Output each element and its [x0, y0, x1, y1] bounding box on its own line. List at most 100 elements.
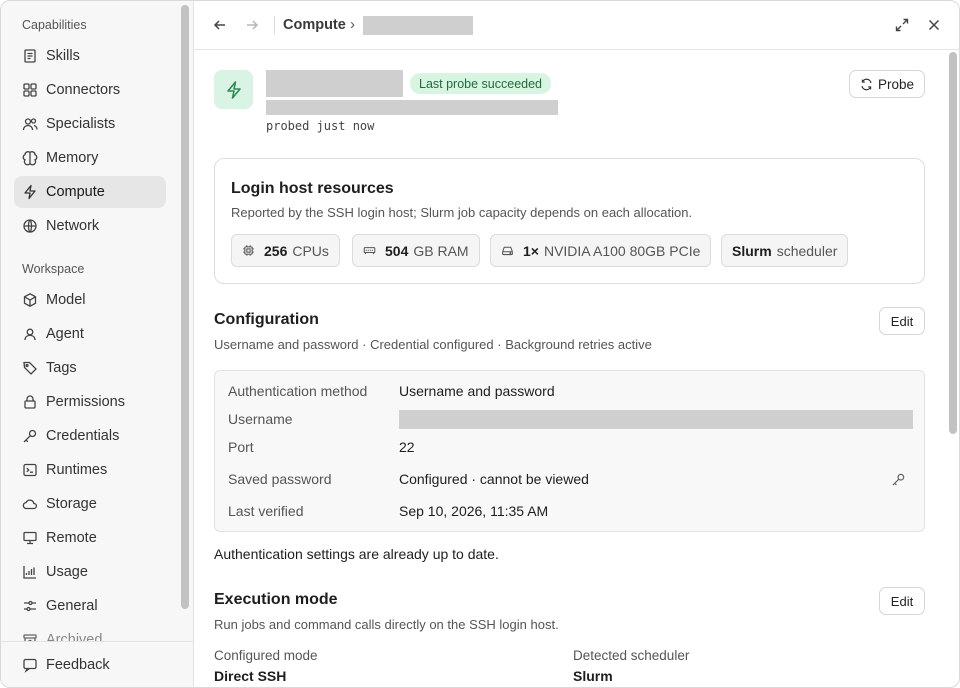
sidebar-scrollbar[interactable]	[181, 5, 189, 609]
sidebar-item-remote[interactable]: Remote	[14, 522, 166, 554]
scheduler-unit: scheduler	[776, 242, 838, 259]
sidebar-item-label: Specialists	[46, 116, 116, 132]
terminal-icon	[22, 462, 38, 478]
execution-mode-subtitle: Run jobs and command calls directly on t…	[214, 617, 559, 632]
breadcrumb-compute[interactable]: Compute	[283, 17, 346, 33]
username-value-redacted	[399, 410, 913, 429]
sidebar-item-label: Permissions	[46, 394, 125, 410]
sidebar-item-usage[interactable]: Usage	[14, 556, 166, 588]
sidebar-item-network[interactable]: Network	[14, 210, 166, 242]
sidebar-item-label: General	[46, 598, 98, 614]
feedback-label: Feedback	[46, 657, 110, 673]
auth-method-label: Authentication method	[228, 383, 368, 399]
configuration-subtitle: Username and password · Credential confi…	[214, 337, 652, 352]
sidebar-item-storage[interactable]: Storage	[14, 488, 166, 520]
port-value: 22	[399, 439, 415, 455]
sidebar-item-specialists[interactable]: Specialists	[14, 108, 166, 140]
main-scrollbar[interactable]	[949, 52, 957, 434]
resources-title: Login host resources	[231, 180, 394, 197]
sidebar-item-credentials[interactable]: Credentials	[14, 420, 166, 452]
compute-window: Capabilities Skills Connectors Specialis…	[0, 0, 960, 688]
compute-host-badge	[214, 70, 253, 109]
sidebar-item-runtimes[interactable]: Runtimes	[14, 454, 166, 486]
scheduler-chip: Slurm scheduler	[721, 234, 849, 267]
saved-password-value: Configured · cannot be viewed	[399, 471, 589, 487]
sidebar-item-label: Usage	[46, 564, 88, 580]
sidebar-item-permissions[interactable]: Permissions	[14, 386, 166, 418]
sidebar-item-label: Storage	[46, 496, 97, 512]
forward-button[interactable]	[242, 15, 262, 35]
sidebar-item-label: Archived	[46, 632, 103, 641]
cpu-icon	[243, 245, 254, 256]
memory-icon	[22, 150, 38, 166]
cube-icon	[22, 292, 38, 308]
sidebar-item-tags[interactable]: Tags	[14, 352, 166, 384]
feedback-button[interactable]: Feedback	[14, 649, 166, 681]
expand-icon	[895, 18, 909, 32]
close-button[interactable]	[924, 15, 944, 35]
workspace-heading: Workspace	[22, 262, 85, 276]
sidebar-item-label: Connectors	[46, 82, 121, 98]
sidebar-item-model[interactable]: Model	[14, 284, 166, 316]
configuration-edit-button[interactable]: Edit	[879, 307, 925, 335]
lock-icon	[22, 394, 38, 410]
sliders-icon	[22, 598, 38, 614]
breadcrumb-current-redacted	[363, 16, 473, 35]
password-key-button[interactable]	[891, 472, 907, 488]
sidebar-footer: Feedback	[1, 641, 193, 687]
sidebar-item-compute[interactable]: Compute	[14, 176, 166, 208]
scheduler-name: Slurm	[732, 242, 772, 259]
port-label: Port	[228, 439, 254, 455]
sidebar-item-memory[interactable]: Memory	[14, 142, 166, 174]
back-button[interactable]	[210, 15, 230, 35]
ram-chip: 504 GB RAM	[352, 234, 480, 267]
sidebar-item-label: Credentials	[46, 428, 120, 444]
configuration-title: Configuration	[214, 311, 319, 328]
bolt-icon	[226, 80, 241, 99]
probe-button-label: Probe	[877, 76, 915, 92]
sidebar-item-general[interactable]: General	[14, 590, 166, 622]
connectors-icon	[22, 82, 38, 98]
sidebar-scroll-area[interactable]: Capabilities Skills Connectors Specialis…	[1, 1, 179, 641]
cloud-icon	[22, 496, 38, 512]
cpu-chip: 256 CPUs	[231, 234, 340, 267]
compute-detail-panel[interactable]: Last probe succeeded probed just now Pro…	[194, 50, 959, 687]
sidebar-item-label: Network	[46, 218, 100, 234]
gpu-count: 1×	[523, 242, 539, 259]
username-label: Username	[228, 411, 293, 427]
configured-mode-label: Configured mode	[214, 648, 318, 663]
host-address-redacted	[266, 100, 558, 115]
expand-button[interactable]	[892, 15, 912, 35]
detected-scheduler-label: Detected scheduler	[573, 648, 690, 663]
probed-timestamp: probed just now	[266, 119, 375, 133]
configuration-details: Authentication method Username and passw…	[214, 370, 925, 532]
status-badge: Last probe succeeded	[410, 73, 552, 94]
auth-status-note: Authentication settings are already up t…	[214, 546, 499, 562]
cpu-count: 256	[264, 242, 288, 259]
sidebar-item-archived[interactable]: Archived	[14, 624, 166, 641]
close-icon	[928, 19, 940, 31]
sidebar-item-label: Tags	[46, 360, 77, 376]
sidebar-item-connectors[interactable]: Connectors	[14, 74, 166, 106]
probe-button[interactable]: Probe	[849, 70, 925, 98]
ram-amount: 504	[385, 242, 409, 259]
detail-header: Compute ›	[194, 1, 959, 50]
sidebar-item-label: Skills	[46, 48, 80, 64]
resources-subtitle: Reported by the SSH login host; Slurm jo…	[231, 205, 693, 220]
execution-mode-edit-button[interactable]: Edit	[879, 587, 925, 615]
skills-icon	[22, 48, 38, 64]
login-host-resources-card: Login host resources Reported by the SSH…	[214, 158, 925, 284]
sidebar-item-label: Remote	[46, 530, 97, 546]
sidebar-item-skills[interactable]: Skills	[14, 40, 166, 72]
sidebar-item-agent[interactable]: Agent	[14, 318, 166, 350]
remote-icon	[22, 530, 38, 546]
arrow-left-icon	[213, 20, 225, 30]
configured-mode-value: Direct SSH	[214, 668, 287, 684]
capabilities-heading: Capabilities	[22, 18, 87, 32]
detected-scheduler-value: Slurm	[573, 668, 613, 684]
breadcrumb-chevron-icon: ›	[350, 16, 355, 33]
specialists-icon	[22, 116, 38, 132]
sidebar-item-label: Model	[46, 292, 86, 308]
header-divider	[274, 16, 275, 35]
sidebar: Capabilities Skills Connectors Specialis…	[1, 1, 194, 687]
